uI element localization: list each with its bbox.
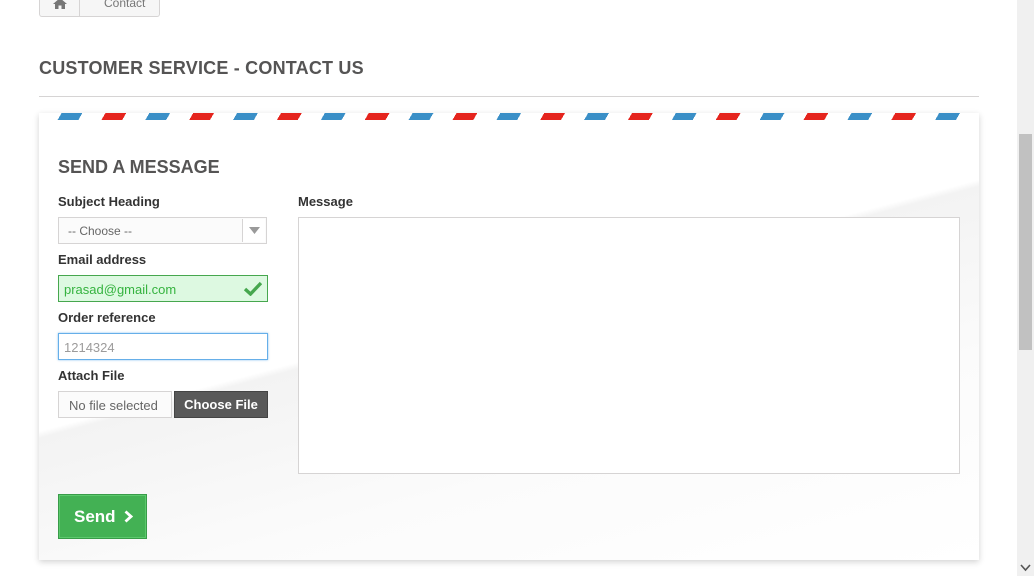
breadcrumb-current: Contact (104, 0, 146, 10)
subject-label: Subject Heading (58, 194, 160, 209)
chevron-right-icon (124, 510, 133, 523)
envelope-stripes (39, 113, 979, 120)
send-button[interactable]: Send (58, 494, 147, 539)
subject-select[interactable]: -- Choose -- (58, 217, 267, 244)
heading-divider (39, 96, 979, 97)
subject-select-value: -- Choose -- (68, 224, 133, 238)
contact-form-card: SEND A MESSAGE Subject Heading -- Choose… (39, 113, 979, 560)
send-button-label: Send (74, 506, 116, 526)
breadcrumb-home[interactable] (40, 0, 80, 16)
breadcrumb: Contact (39, 0, 160, 17)
form-title: SEND A MESSAGE (58, 157, 220, 177)
order-reference-label: Order reference (58, 310, 156, 325)
order-reference-value: 1214324 (64, 340, 115, 355)
order-reference-field[interactable]: 1214324 (58, 333, 268, 360)
scroll-down-arrow-icon[interactable] (1020, 564, 1031, 572)
email-label: Email address (58, 252, 147, 267)
dropdown-toggle[interactable] (242, 219, 265, 242)
contact-page: Contact CUSTOMER SERVICE - CONTACT US SE… (0, 0, 1034, 576)
chevron-down-icon (248, 227, 260, 234)
message-label: Message (298, 194, 353, 209)
home-icon (52, 0, 67, 9)
email-field[interactable]: prasad@gmail.com (58, 275, 268, 302)
check-icon (244, 281, 262, 296)
email-field-value: prasad@gmail.com (64, 282, 177, 297)
scrollbar-thumb[interactable] (1019, 134, 1032, 350)
choose-file-button[interactable]: Choose File (174, 391, 268, 418)
page-title: CUSTOMER SERVICE - CONTACT US (39, 58, 364, 78)
file-status: No file selected (58, 391, 172, 418)
message-textarea[interactable] (298, 217, 960, 474)
attach-file-label: Attach File (58, 368, 125, 383)
